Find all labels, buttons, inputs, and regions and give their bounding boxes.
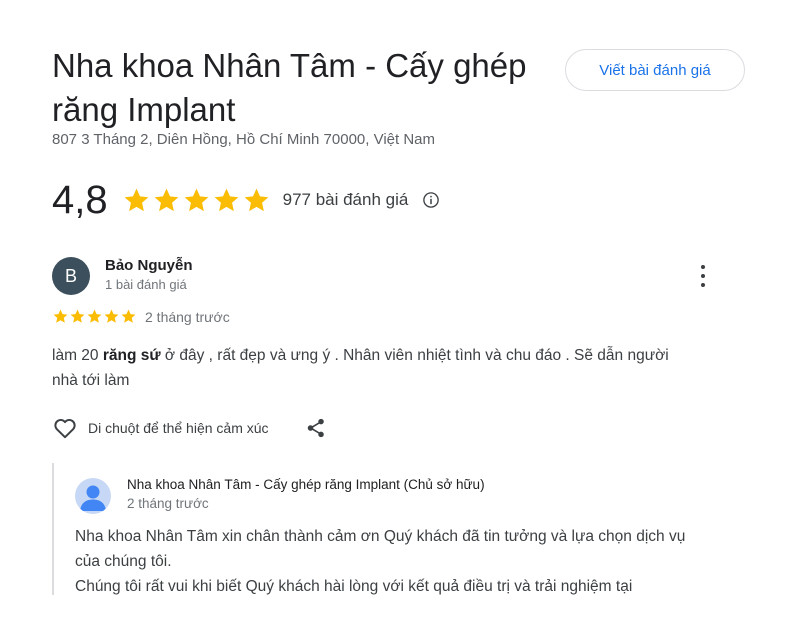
rating-value: 4,8 [52, 178, 108, 222]
business-title: Nha khoa Nhân Tâm - Cấy ghép răng Implan… [52, 47, 527, 128]
review-time: 2 tháng trước [145, 308, 230, 325]
star-icon [124, 188, 148, 211]
more-options-icon[interactable] [692, 263, 714, 289]
review-text: làm 20 răng sứ ở đây , rất đẹp và ưng ý … [52, 343, 692, 393]
star-icon [104, 309, 119, 323]
reviewer-name[interactable]: Bảo Nguyễn [105, 257, 193, 274]
review-count[interactable]: 977 bài đánh giá [283, 190, 409, 210]
write-review-button[interactable]: Viết bài đánh giá [565, 49, 745, 91]
react-label: Di chuột để thể hiện cảm xúc [88, 420, 269, 436]
review-text-before: làm 20 [52, 347, 103, 364]
reply-divider [52, 463, 54, 595]
person-icon [80, 485, 106, 511]
star-icon [244, 188, 268, 211]
rating-summary: 4,8 977 bài đánh giá [52, 176, 440, 224]
reviewer-review-count: 1 bài đánh giá [105, 277, 187, 292]
star-icon [214, 188, 238, 211]
share-icon[interactable] [305, 417, 327, 439]
owner-avatar [75, 478, 111, 514]
owner-name: Nha khoa Nhân Tâm - Cấy ghép răng Implan… [127, 477, 485, 492]
heart-icon[interactable] [52, 415, 78, 441]
rating-stars [122, 186, 271, 215]
star-icon [53, 309, 68, 323]
business-address: 807 3 Tháng 2, Diên Hồng, Hồ Chí Minh 70… [52, 131, 436, 148]
star-icon [87, 309, 102, 323]
reviewer-avatar[interactable]: B [52, 257, 90, 295]
review-rating-row: 2 tháng trước [52, 308, 230, 325]
star-icon [121, 309, 136, 323]
review-actions: Di chuột để thể hiện cảm xúc [52, 415, 327, 441]
star-icon [184, 188, 208, 211]
star-icon [70, 309, 85, 323]
star-icon [154, 188, 178, 211]
owner-reply-paragraph: Nha khoa Nhân Tâm xin chân thành cảm ơn … [75, 528, 686, 570]
info-icon[interactable] [422, 191, 440, 209]
review-text-bold: răng sứ [102, 347, 161, 364]
owner-reply-time: 2 tháng trước [127, 496, 209, 511]
owner-reply-text: Nha khoa Nhân Tâm xin chân thành cảm ơn … [75, 524, 705, 599]
owner-reply-paragraph: Chúng tôi rất vui khi biết Quý khách hài… [75, 578, 633, 595]
review-stars [52, 308, 137, 325]
